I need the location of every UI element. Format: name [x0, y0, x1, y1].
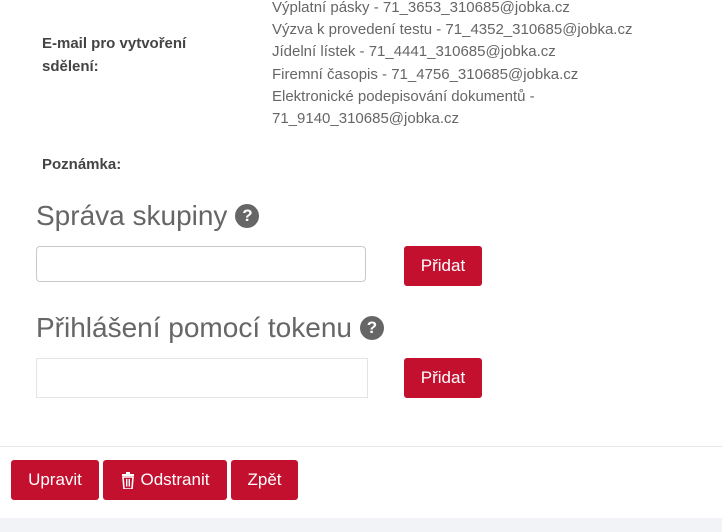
email-item: 71_9140_310685@jobka.cz [272, 110, 460, 128]
token-login-title: Přihlášení pomocí tokenu [36, 312, 352, 343]
divider [0, 446, 722, 447]
trash-icon [121, 471, 135, 489]
note-label: Poznámka: [42, 156, 122, 173]
email-list: Výplatní pásky - 71_3653_310685@jobka.cz… [272, 0, 712, 130]
help-icon[interactable]: ? [359, 316, 384, 340]
email-item: Firemní časopis - 71_4756_310685@jobka.c… [272, 65, 579, 83]
email-item: Výplatní pásky - 71_3653_310685@jobka.cz [272, 0, 570, 16]
token-login-add-button[interactable]: Přidat [404, 358, 482, 398]
token-login-heading: Přihlášení pomocí tokenu ? [36, 312, 384, 344]
group-admin-title: Správa skupiny [36, 200, 228, 231]
email-item: Jídelní lístek - 71_4441_310685@jobka.cz [272, 43, 556, 61]
group-admin-input[interactable] [36, 246, 366, 282]
email-item: Elektronické podepisování dokumentů - [272, 87, 535, 105]
footer-strip [0, 518, 722, 532]
back-button[interactable]: Zpět [231, 460, 298, 500]
group-admin-add-button[interactable]: Přidat [404, 246, 482, 286]
group-admin-heading: Správa skupiny ? [36, 200, 260, 232]
delete-button[interactable]: Odstranit [103, 460, 227, 500]
email-label: E-mail pro vytvoření sdělení: [42, 35, 187, 75]
email-item: Výzva k provedení testu - 71_4352_310685… [272, 21, 633, 39]
token-login-input[interactable] [36, 358, 368, 398]
help-icon[interactable]: ? [235, 204, 260, 228]
edit-button[interactable]: Upravit [11, 460, 99, 500]
delete-label: Odstranit [140, 470, 210, 489]
